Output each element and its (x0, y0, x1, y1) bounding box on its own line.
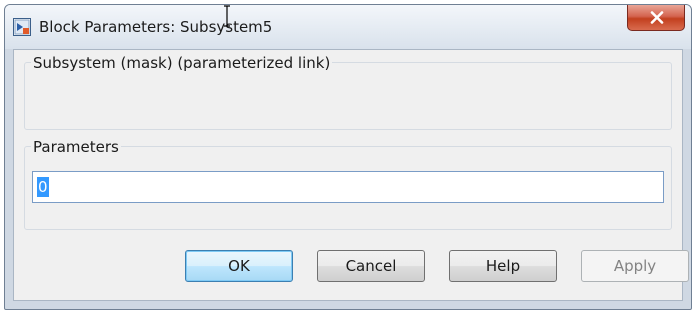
parameters-label: Parameters (31, 138, 121, 156)
cancel-button[interactable]: Cancel (317, 250, 425, 282)
simulink-block-icon (13, 18, 31, 36)
mask-description-label: Subsystem (mask) (parameterized link) (31, 54, 333, 72)
close-button[interactable] (627, 5, 685, 31)
parameter-value-text: 0 (37, 177, 49, 197)
ok-button[interactable]: OK (185, 250, 293, 282)
close-icon (650, 11, 664, 24)
help-button[interactable]: Help (449, 250, 557, 282)
block-parameters-dialog: Block Parameters: Subsystem5 Subsystem (… (4, 4, 692, 310)
dialog-content: Subsystem (mask) (parameterized link) Pa… (13, 49, 689, 301)
parameter-value-input[interactable]: 0 (32, 171, 664, 203)
text-cursor-icon (224, 5, 230, 27)
parameters-group: Parameters 0 (24, 138, 672, 230)
mask-description-group: Subsystem (mask) (parameterized link) (24, 54, 672, 130)
window-title: Block Parameters: Subsystem5 (39, 18, 273, 36)
apply-button[interactable]: Apply (581, 250, 689, 282)
title-bar[interactable]: Block Parameters: Subsystem5 (5, 5, 691, 49)
